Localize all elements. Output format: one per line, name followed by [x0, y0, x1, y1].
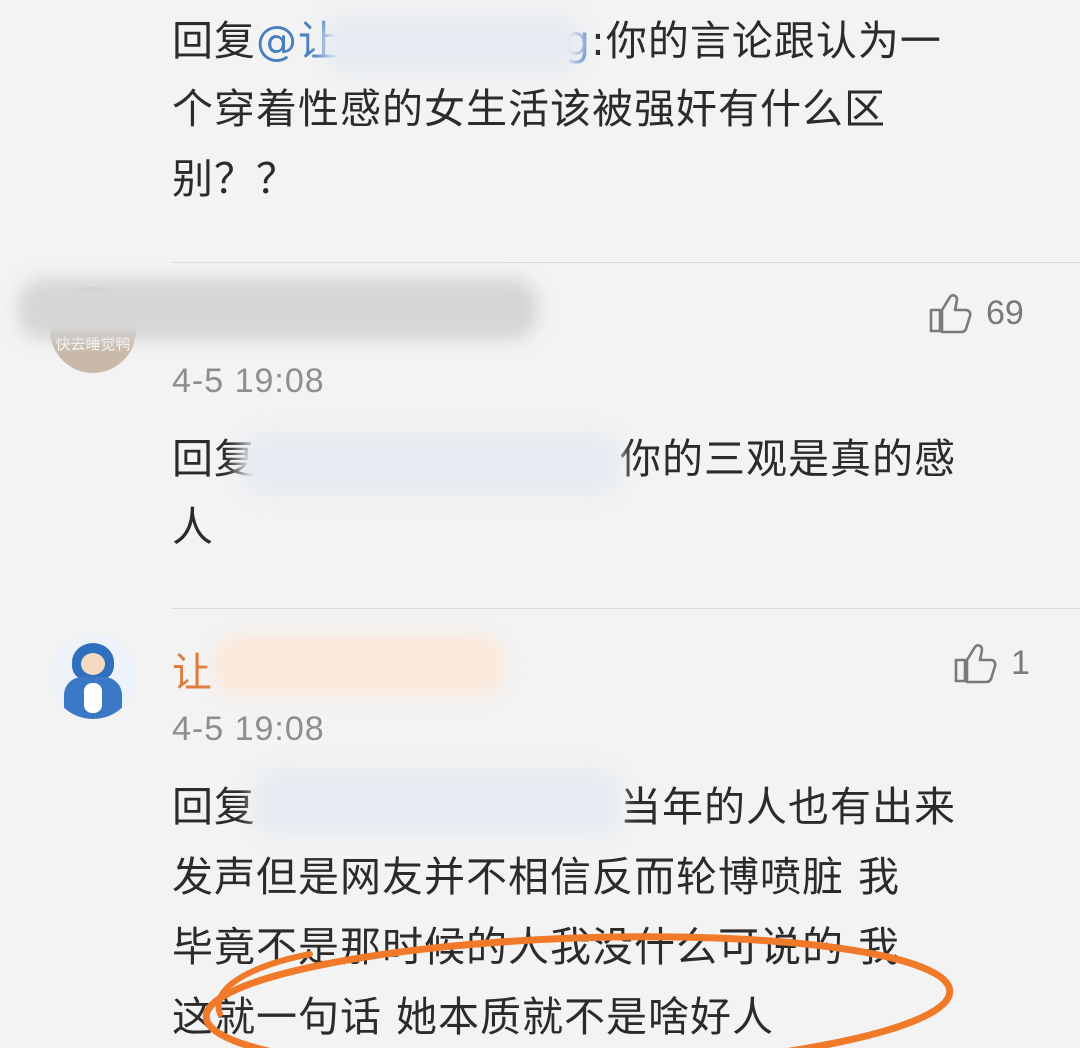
comment-timestamp: 4-5 19:08 [172, 362, 325, 400]
username-link[interactable]: 让 [172, 640, 212, 698]
reply-text: :你的言论跟认为一 [591, 17, 942, 65]
like-count: 1 [1011, 643, 1030, 682]
annotation-circle [202, 933, 954, 1048]
redaction-blur [322, 14, 584, 74]
thumbs-up-icon [954, 644, 997, 684]
comment-1-line-3: 别？？ [172, 155, 298, 203]
like-count: 69 [986, 293, 1024, 332]
redaction-blur [252, 768, 622, 838]
user-avatar[interactable] [50, 633, 136, 719]
reply-prefix: 回复 [172, 783, 256, 831]
reply-text: 你的三观是真的感 [620, 435, 956, 483]
username-blur [214, 636, 504, 696]
reply-text: 当年的人也有出来 [620, 783, 956, 831]
reply-prefix: 回复 [172, 17, 256, 65]
thumbs-up-icon [929, 294, 972, 334]
like-button[interactable]: 1 [953, 642, 1030, 684]
like-button[interactable]: 69 [928, 292, 1024, 334]
comment-2-line-2: 人 [172, 503, 214, 551]
comment-1-line-2: 个穿着性感的女生活该被强奸有什么区 [172, 85, 886, 133]
username-blur [18, 278, 538, 340]
comment-3-line-2: 发声但是网友并不相信反而轮博喷脏 我 [172, 853, 901, 901]
comment-divider [172, 262, 1080, 263]
redaction-blur [238, 432, 622, 496]
comment-timestamp: 4-5 19:08 [172, 710, 325, 748]
comment-divider [172, 608, 1080, 609]
